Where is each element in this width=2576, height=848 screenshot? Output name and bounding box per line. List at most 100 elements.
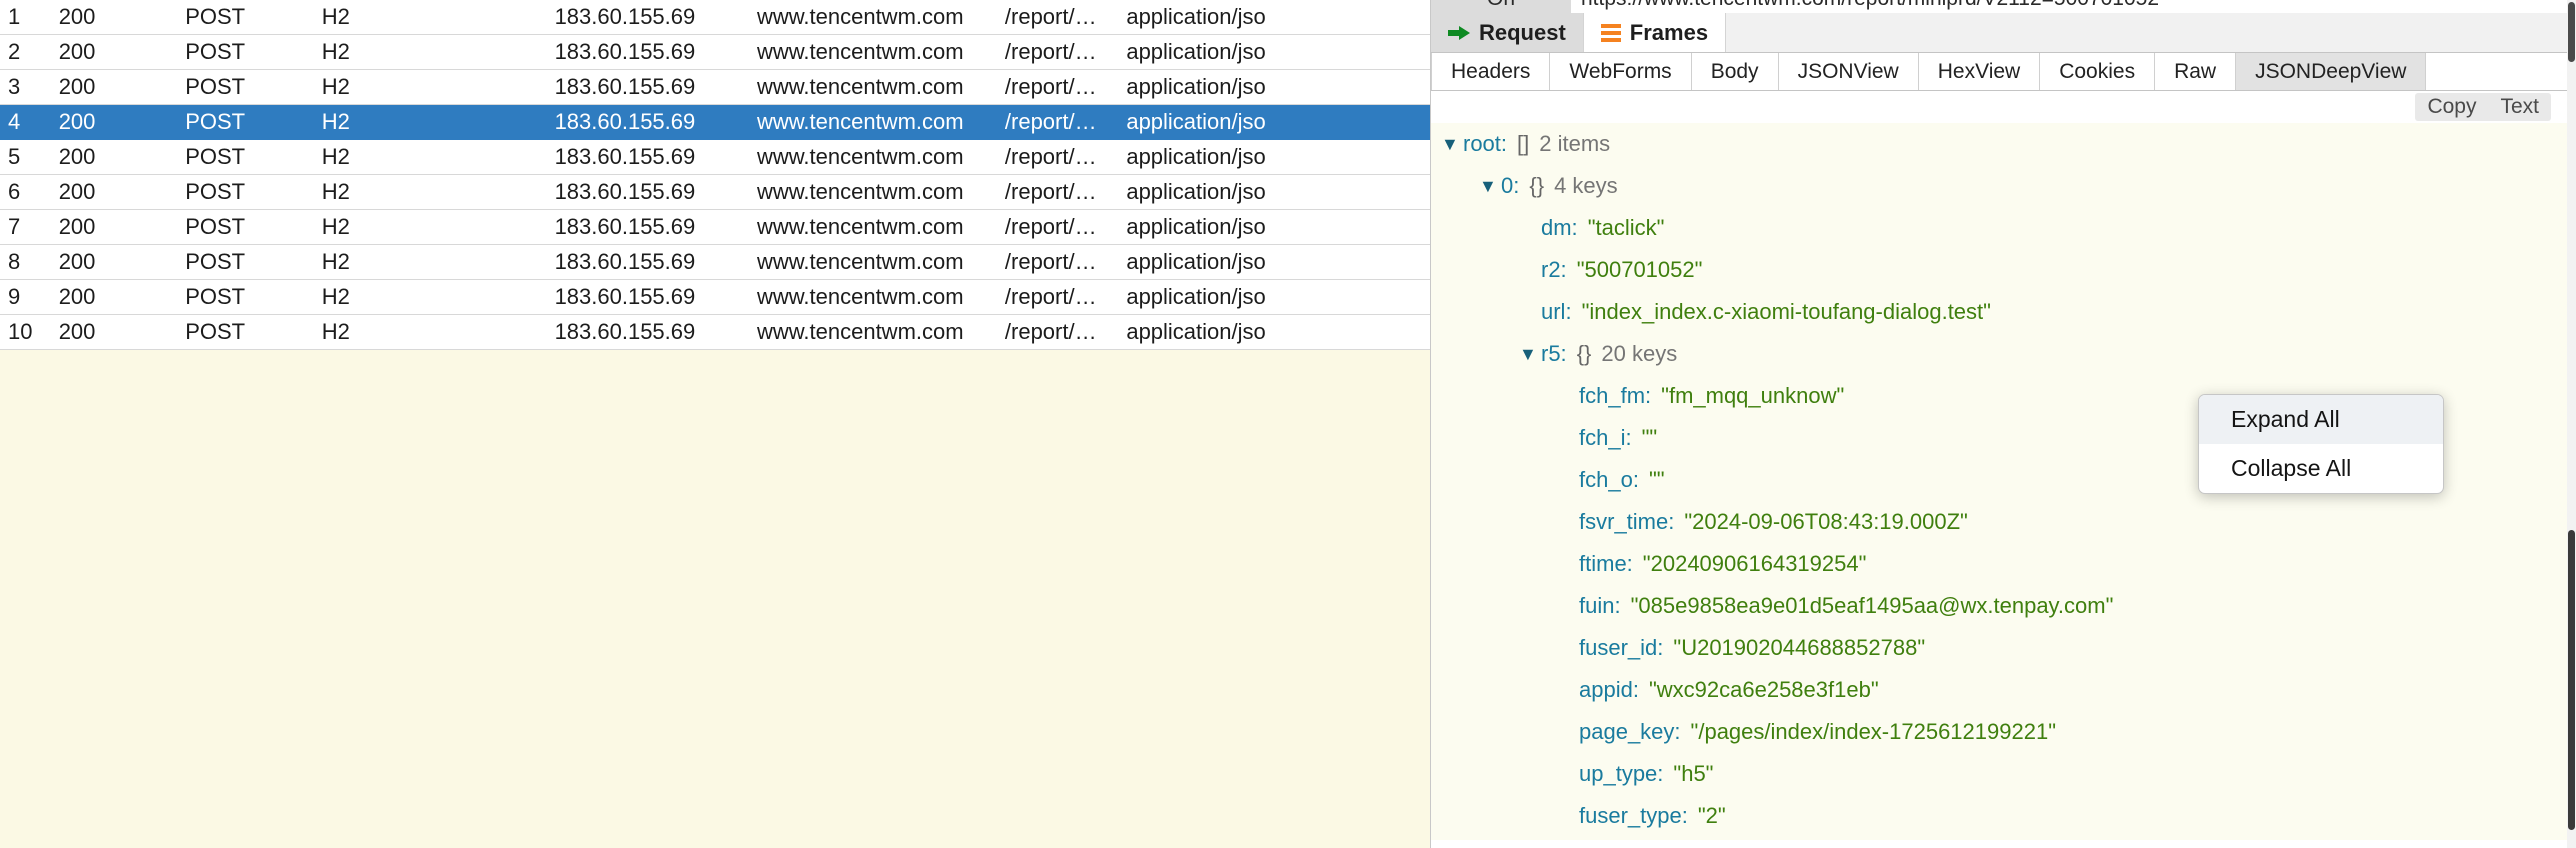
cell-result: 200 (58, 314, 186, 350)
cell-host: www.tencentwm.com (756, 314, 1005, 350)
cell-path: /report/… (1004, 279, 1127, 315)
tab-jsonview[interactable]: JSONView (1778, 53, 1919, 90)
json-tree-row[interactable]: url: "index_index.c-xiaomi-toufang-dialog… (1431, 291, 2576, 333)
inspector-vertical-scrollbar[interactable] (2567, 0, 2576, 848)
table-row[interactable]: 6 200 POST H2 183.60.155.69 www.tencentwm.com… (0, 174, 1430, 210)
json-key: appid: (1579, 677, 1639, 702)
sessions-table[interactable]: 1 200 POST H2 183.60.155.69 www.tencentwm.com… (0, 0, 1430, 350)
tab-body[interactable]: Body (1691, 53, 1779, 90)
tab-request[interactable]: Request (1431, 13, 1584, 52)
cell-method: POST (185, 244, 322, 280)
json-tree-row[interactable]: up_type: "h5" (1431, 753, 2576, 795)
inspector-sub-tabs[interactable]: Headers WebForms Body JSONView HexView C… (1431, 53, 2576, 91)
cell-protocol: H2 (321, 139, 555, 175)
sessions-empty-area (0, 350, 1430, 848)
json-value: "2" (1697, 803, 1726, 828)
chevron-down-icon[interactable]: ▼ (1519, 333, 1541, 375)
cell-protocol: H2 (321, 0, 555, 35)
table-row[interactable]: 1 200 POST H2 183.60.155.69 www.tencentwm.com… (0, 0, 1430, 35)
menu-item-expand-all[interactable]: Expand All (2199, 395, 2443, 444)
cell-result: 200 (58, 279, 186, 315)
tab-headers[interactable]: Headers (1431, 53, 1551, 90)
json-key: fuser_id: (1579, 635, 1664, 660)
json-tree-row[interactable]: fuser_id: "U201902044688852788" (1431, 627, 2576, 669)
cell-protocol: H2 (321, 34, 555, 70)
json-tree-row[interactable]: fuin: "085e9858ea9e01d5eaf1495aa@wx.tenpa… (1431, 585, 2576, 627)
cell-ip: 183.60.155.69 (554, 209, 757, 245)
cell-host: www.tencentwm.com (756, 0, 1005, 35)
cell-path: /report/… (1004, 209, 1127, 245)
request-url-bar: On https://www.tencentwm.com/report/mini… (1431, 0, 2576, 13)
json-tree-row[interactable]: page_key: "/pages/index/index-17256121992… (1431, 711, 2576, 753)
json-context-menu[interactable]: Expand All Collapse All (2198, 394, 2444, 494)
sessions-list-panel[interactable]: 1 200 POST H2 183.60.155.69 www.tencentwm.com… (0, 0, 1430, 848)
copy-button[interactable]: Copy (2415, 93, 2488, 121)
table-row[interactable]: 7 200 POST H2 183.60.155.69 www.tencentwm.com… (0, 209, 1430, 245)
json-count: 20 keys (1601, 341, 1678, 366)
json-tree-row[interactable]: appid: "wxc92ca6e258e3f1eb" (1431, 669, 2576, 711)
table-row[interactable]: 2 200 POST H2 183.60.155.69 www.tencentwm.com… (0, 34, 1430, 70)
cell-method: POST (185, 0, 322, 35)
cell-host: www.tencentwm.com (756, 209, 1005, 245)
scrollbar-thumb-main[interactable] (2568, 530, 2575, 830)
tab-raw[interactable]: Raw (2155, 53, 2237, 90)
cell-host: www.tencentwm.com (756, 69, 1005, 105)
cell-id: 9 (0, 279, 59, 315)
tab-webforms[interactable]: WebForms (1550, 53, 1692, 90)
tab-jsondeepview[interactable]: JSONDeepView (2236, 53, 2427, 90)
table-row[interactable]: 9 200 POST H2 183.60.155.69 www.tencentwm.com… (0, 279, 1430, 315)
cell-content-type: application/jso (1126, 0, 1430, 35)
orange-lines-icon (1600, 23, 1621, 42)
json-tree-row[interactable]: dm: "taclick" (1431, 207, 2576, 249)
cell-protocol: H2 (321, 69, 555, 105)
tab-hexview[interactable]: HexView (1918, 53, 2041, 90)
chevron-down-icon[interactable]: ▼ (1479, 165, 1501, 207)
json-tree-row[interactable]: ▼ root: [] 2 items (1431, 123, 2576, 165)
cell-content-type: application/jso (1126, 104, 1430, 140)
json-brace: {} (1576, 341, 1592, 366)
cell-host: www.tencentwm.com (756, 104, 1005, 140)
copy-text-button-group[interactable]: Copy Text (2415, 93, 2551, 121)
cell-ip: 183.60.155.69 (554, 104, 757, 140)
text-button[interactable]: Text (2488, 93, 2551, 121)
cell-path: /report/… (1004, 174, 1127, 210)
table-row[interactable]: 5 200 POST H2 183.60.155.69 www.tencentwm.com… (0, 139, 1430, 175)
cell-content-type: application/jso (1126, 34, 1430, 70)
cell-ip: 183.60.155.69 (554, 174, 757, 210)
scrollbar-thumb-top[interactable] (2568, 2, 2575, 62)
cell-protocol: H2 (321, 104, 555, 140)
cell-id: 6 (0, 174, 59, 210)
cell-id: 7 (0, 209, 59, 245)
tab-cookies[interactable]: Cookies (2040, 53, 2156, 90)
json-brace: [] (1517, 131, 1530, 156)
cell-result: 200 (58, 0, 186, 35)
json-value: "2024-09-06T08:43:19.000Z" (1684, 509, 1968, 534)
cell-path: /report/… (1004, 244, 1127, 280)
cell-ip: 183.60.155.69 (554, 69, 757, 105)
json-key: r5: (1541, 341, 1567, 366)
table-row[interactable]: 4 200 POST H2 183.60.155.69 www.tencentwm.com… (0, 104, 1430, 140)
json-tree-row[interactable]: fuser_type: "2" (1431, 795, 2576, 837)
json-tree-row[interactable]: ftime: "20240906164319254" (1431, 543, 2576, 585)
table-row[interactable]: 3 200 POST H2 183.60.155.69 www.tencentwm.com… (0, 69, 1430, 105)
json-tree-row[interactable]: ▼ r5: {} 20 keys (1431, 333, 2576, 375)
table-row[interactable]: 8 200 POST H2 183.60.155.69 www.tencentwm.com… (0, 244, 1430, 280)
menu-item-collapse-all[interactable]: Collapse All (2199, 444, 2443, 493)
inspector-main-tabs[interactable]: Request Frames (1431, 13, 2576, 53)
json-tree-row[interactable]: fsvr_time: "2024-09-06T08:43:19.000Z" (1431, 501, 2576, 543)
cell-method: POST (185, 104, 322, 140)
json-tree-row[interactable]: ▼ 0: {} 4 keys (1431, 165, 2576, 207)
cell-result: 200 (58, 209, 186, 245)
json-tree-row[interactable]: r2: "500701052" (1431, 249, 2576, 291)
url-bar-on-label: On (1431, 0, 1571, 13)
cell-ip: 183.60.155.69 (554, 314, 757, 350)
json-key: fch_i: (1579, 425, 1632, 450)
chevron-down-icon[interactable]: ▼ (1441, 123, 1463, 165)
table-row[interactable]: 10 200 POST H2 183.60.155.69 www.tencentwm.co… (0, 314, 1430, 350)
tab-frames[interactable]: Frames (1583, 13, 1727, 52)
